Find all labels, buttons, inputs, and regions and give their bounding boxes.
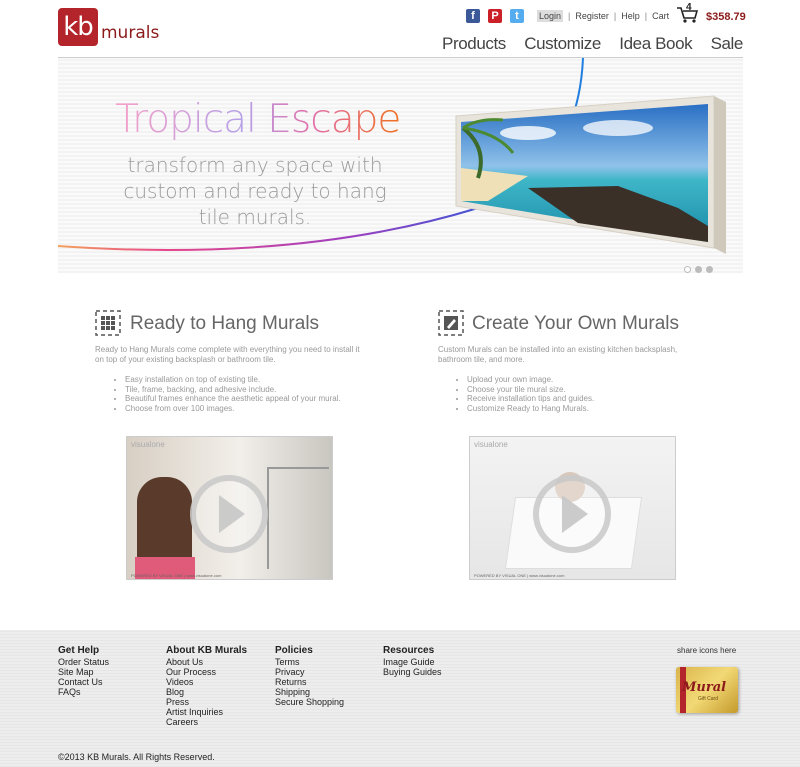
footer-heading: Resources <box>383 645 435 656</box>
twitter-icon[interactable]: t <box>510 9 524 23</box>
footer-heading: About KB Murals <box>166 645 248 656</box>
gift-card-subtitle: Gift Card <box>698 696 719 702</box>
footer-heading: Policies <box>275 645 313 656</box>
create-your-own-features: Upload your own image. Choose your tile … <box>442 375 594 413</box>
footer-link[interactable]: Site Map <box>58 667 109 677</box>
video-brand: visualone <box>474 440 508 449</box>
footer-link[interactable]: Shipping <box>275 687 344 697</box>
top-nav: Login | Register | Help | Cart <box>537 10 669 22</box>
footer-link[interactable]: FAQs <box>58 687 109 697</box>
footer-link[interactable]: Terms <box>275 657 344 667</box>
grid-tiles-icon <box>95 310 121 336</box>
footer-link[interactable]: Image Guide <box>383 657 442 667</box>
slider-dot-1[interactable] <box>684 266 691 273</box>
footer-link[interactable]: Buying Guides <box>383 667 442 677</box>
ready-to-hang-title[interactable]: Ready to Hang Murals <box>130 313 319 335</box>
list-item: Customize Ready to Hang Murals. <box>467 404 594 414</box>
footer-link[interactable]: Press <box>166 697 247 707</box>
footer-link[interactable]: Order Status <box>58 657 109 667</box>
facebook-icon[interactable]: f <box>466 9 480 23</box>
pinterest-icon[interactable]: P <box>488 9 502 23</box>
nav-idea-book[interactable]: Idea Book <box>619 34 692 53</box>
footer-link[interactable]: About Us <box>166 657 247 667</box>
share-placeholder: share icons here <box>677 646 737 655</box>
help-link[interactable]: Help <box>621 11 640 21</box>
login-link[interactable]: Login <box>537 10 564 22</box>
footer-link[interactable]: Our Process <box>166 667 247 677</box>
footer-link[interactable]: Careers <box>166 717 247 727</box>
video-frame-shape <box>267 467 329 569</box>
list-item: Upload your own image. <box>467 375 594 385</box>
slider-dots <box>684 260 717 278</box>
video-footer: POWERED BY VISUAL ONE | www.visualone.co… <box>474 573 565 578</box>
footer-about: About KB Murals About Us Our Process Vid… <box>166 645 248 728</box>
list-item: Tile, frame, backing, and adhesive inclu… <box>125 385 341 395</box>
footer-link[interactable]: Returns <box>275 677 344 687</box>
create-your-own-video[interactable]: visualone POWERED BY VISUAL ONE | www.vi… <box>469 436 676 580</box>
nav-separator: | <box>613 11 617 21</box>
ready-to-hang-description: Ready to Hang Murals come complete with … <box>95 345 360 364</box>
gift-card-badge[interactable]: Mural Gift Card <box>676 667 738 713</box>
footer-link[interactable]: Videos <box>166 677 247 687</box>
list-item: Receive installation tips and guides. <box>467 394 594 404</box>
nav-separator: | <box>644 11 648 21</box>
footer-link[interactable]: Secure Shopping <box>275 697 344 707</box>
cart-link[interactable]: Cart <box>652 11 669 21</box>
register-link[interactable]: Register <box>575 11 609 21</box>
video-brand: visualone <box>131 440 165 449</box>
nav-products[interactable]: Products <box>442 34 506 53</box>
list-item: Beautiful frames enhance the aesthetic a… <box>125 394 341 404</box>
hero-subtitle: transform any space with custom and read… <box>123 153 387 229</box>
play-icon[interactable] <box>190 475 268 553</box>
nav-customize[interactable]: Customize <box>524 34 601 53</box>
footer-link[interactable]: Blog <box>166 687 247 697</box>
hero-title: Tropical Escape <box>115 97 401 142</box>
main-nav: Products Customize Idea Book Sale <box>428 34 743 54</box>
footer-heading: Get Help <box>58 645 100 656</box>
list-item: Choose your tile mural size. <box>467 385 594 395</box>
list-item: Easy installation on top of existing til… <box>125 375 341 385</box>
footer-get-help: Get Help Order Status Site Map Contact U… <box>58 645 109 698</box>
gift-card-title: Mural <box>682 680 727 695</box>
create-your-own-description: Custom Murals can be installed into an e… <box>438 345 678 364</box>
cart-count-badge: 4 <box>686 2 692 13</box>
pencil-frame-icon <box>438 310 464 336</box>
footer-link[interactable]: Artist Inquiries <box>166 707 247 717</box>
list-item: Choose from over 100 images. <box>125 404 341 414</box>
logo-text[interactable]: murals <box>101 23 159 43</box>
create-your-own-title[interactable]: Create Your Own Murals <box>472 313 679 335</box>
footer-link[interactable]: Privacy <box>275 667 344 677</box>
copyright: ©2013 KB Murals. All Rights Reserved. <box>58 752 215 762</box>
ready-to-hang-features: Easy installation on top of existing til… <box>100 375 341 413</box>
footer-resources: Resources Image Guide Buying Guides <box>383 645 442 678</box>
logo-mark[interactable]: kb <box>58 8 98 46</box>
footer-link[interactable]: Contact Us <box>58 677 109 687</box>
footer-policies: Policies Terms Privacy Returns Shipping … <box>275 645 344 708</box>
slider-dot-2[interactable] <box>695 266 702 273</box>
video-footer: POWERED BY VISUAL ONE | www.visualone.co… <box>131 573 222 578</box>
cart-total[interactable]: $358.79 <box>706 11 746 23</box>
play-icon[interactable] <box>533 475 611 553</box>
ready-to-hang-video[interactable]: visualone POWERED BY VISUAL ONE | www.vi… <box>126 436 333 580</box>
nav-separator: | <box>568 11 571 21</box>
slider-dot-3[interactable] <box>706 266 713 273</box>
nav-sale[interactable]: Sale <box>711 34 744 53</box>
